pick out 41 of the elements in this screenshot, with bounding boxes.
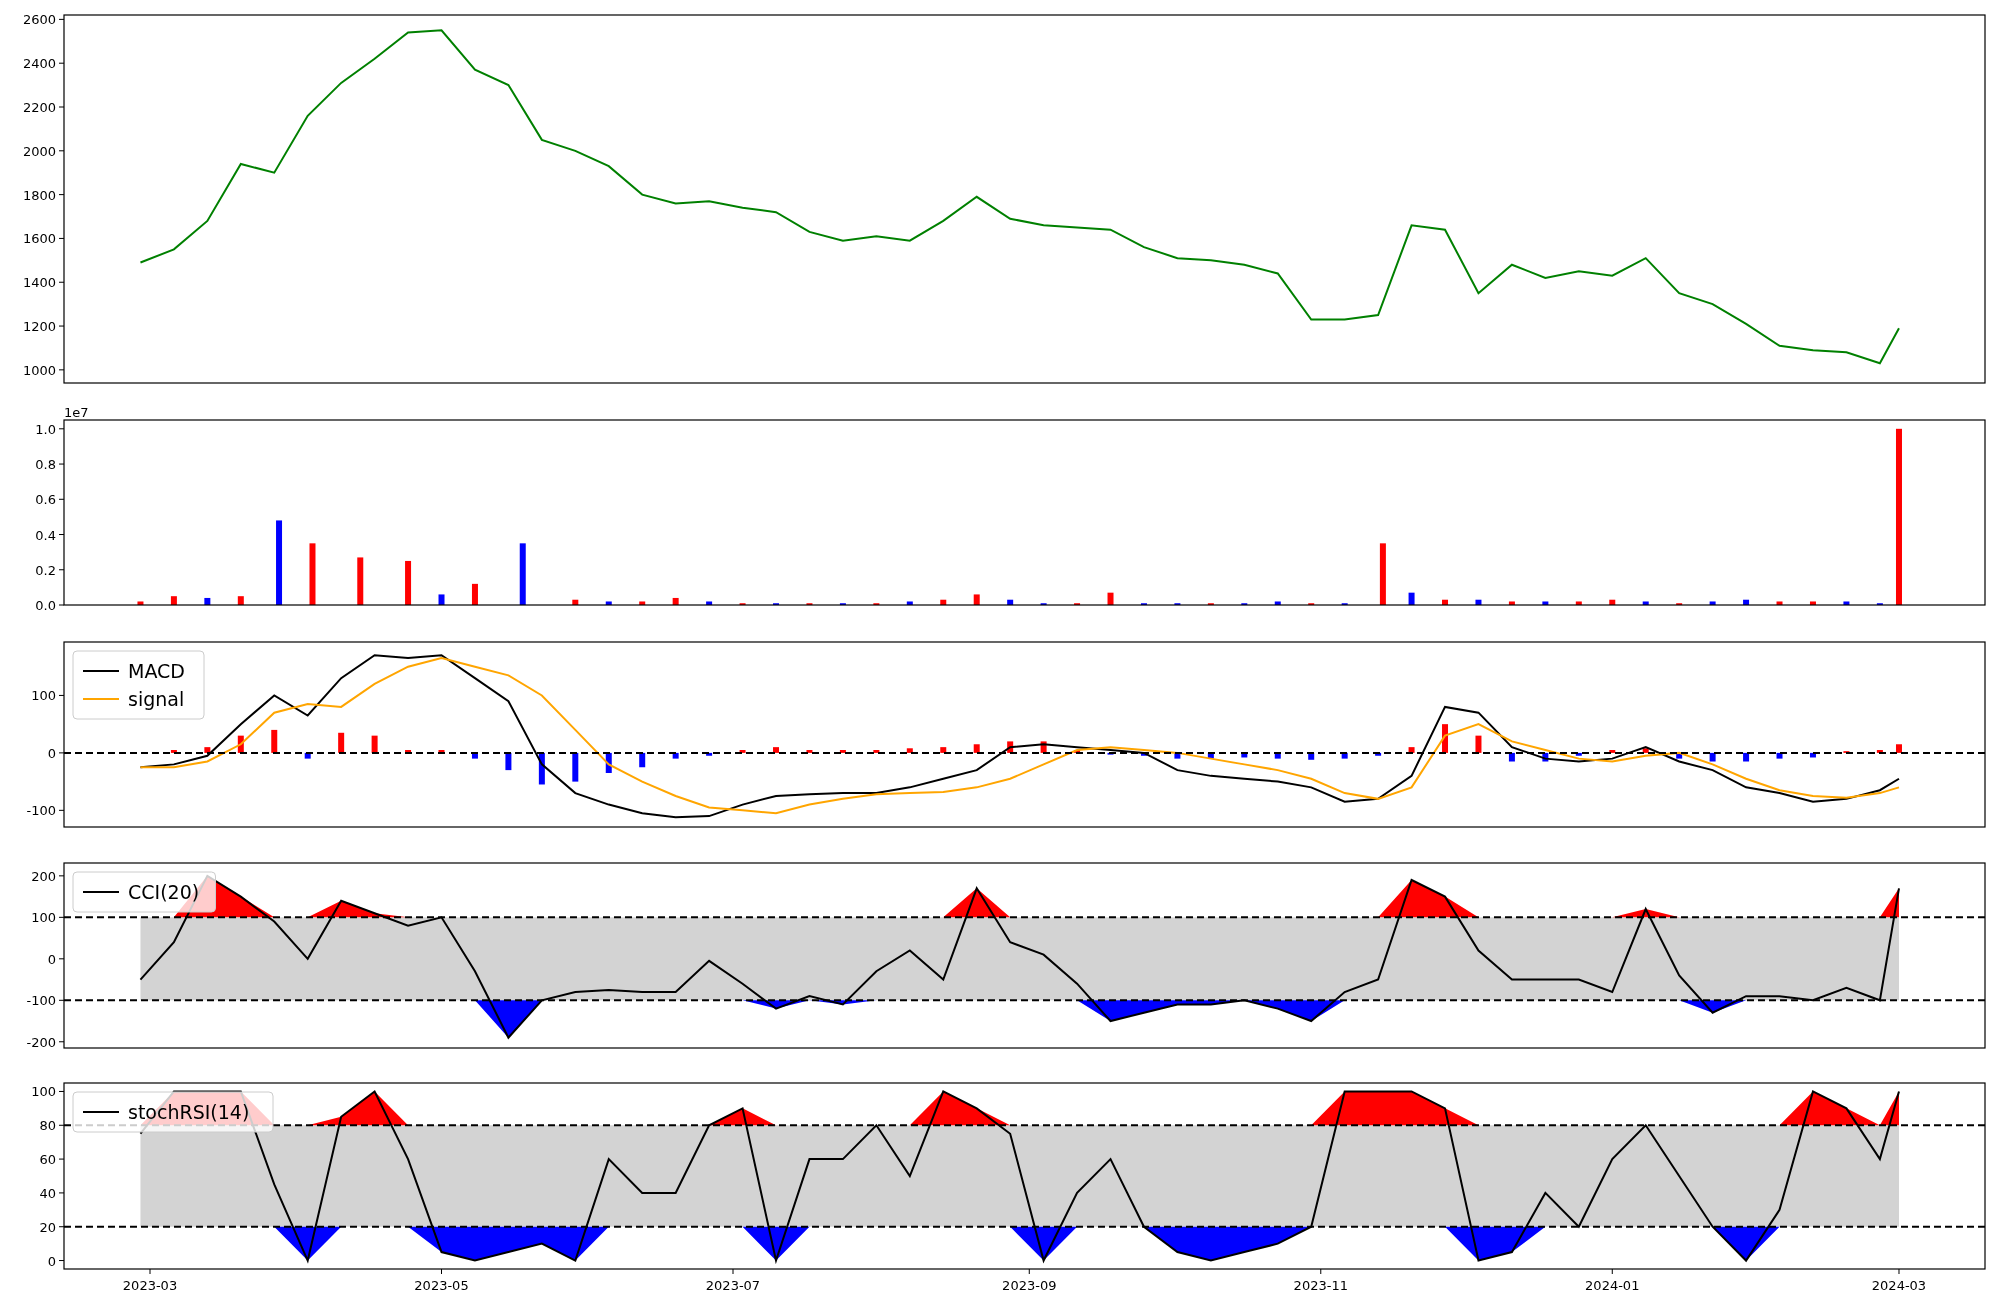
axis-tick-label: -100 bbox=[26, 993, 56, 1009]
axis-tick-label: 100 bbox=[31, 910, 56, 926]
axis-tick-label: 2024-03 bbox=[1871, 1278, 1927, 1293]
axis-tick-label: 0.8 bbox=[35, 457, 56, 473]
axis-tick-label: 1200 bbox=[22, 319, 56, 335]
axis-tick-label: 0.4 bbox=[35, 527, 56, 543]
axis-tick-label: -200 bbox=[26, 1034, 56, 1050]
axis-tick-label: 0.6 bbox=[35, 492, 56, 508]
axis-tick-label: 100 bbox=[31, 688, 56, 704]
axis-tick-label: 60 bbox=[39, 1152, 56, 1168]
axis-tick-label: 20 bbox=[39, 1219, 56, 1235]
legend-label: CCI(20) bbox=[128, 881, 200, 903]
axis-tick-label: 2400 bbox=[22, 56, 56, 72]
axis-tick-label: 1600 bbox=[22, 231, 56, 247]
axis-tick-label: 0.2 bbox=[35, 562, 56, 578]
axis-tick-label: 1800 bbox=[22, 187, 56, 203]
axis-tick-label: 0.0 bbox=[35, 598, 56, 613]
axis-tick-label: 80 bbox=[39, 1118, 56, 1134]
axis-tick-label: 2023-09 bbox=[1002, 1278, 1057, 1293]
axis-tick-label: 0 bbox=[47, 745, 56, 761]
axis-tick-label: 40 bbox=[39, 1185, 56, 1201]
axis-tick-label: 200 bbox=[31, 868, 56, 884]
axis-tick-label: 2200 bbox=[22, 100, 56, 115]
axis-tick-label: 0 bbox=[47, 1253, 56, 1269]
axis-tick-label: 100 bbox=[31, 1084, 56, 1100]
axis-tick-label: -100 bbox=[26, 803, 56, 819]
legend-label: MACD bbox=[128, 660, 185, 682]
axis-tick-label: 2023-03 bbox=[122, 1278, 178, 1293]
axis-tick-label: 2023-05 bbox=[414, 1278, 469, 1293]
axis-tick-label: 1400 bbox=[22, 275, 56, 291]
legend-label: signal bbox=[128, 688, 185, 710]
axis-tick-label: 0 bbox=[47, 951, 56, 967]
axis-tick-label: 2024-01 bbox=[1585, 1278, 1640, 1293]
axis-tick-label: 1.0 bbox=[35, 421, 56, 437]
legend-label: stochRSI(14) bbox=[128, 1101, 250, 1123]
axis-tick-label: 2023-07 bbox=[705, 1278, 761, 1293]
axis-tick-label: 1000 bbox=[22, 362, 56, 378]
axis-tick-label: 2023-11 bbox=[1293, 1278, 1348, 1293]
axis-tick-label: 2600 bbox=[22, 12, 56, 28]
axis-tick-label: 2000 bbox=[22, 143, 56, 159]
axis-offset-label: 1e7 bbox=[64, 408, 89, 420]
